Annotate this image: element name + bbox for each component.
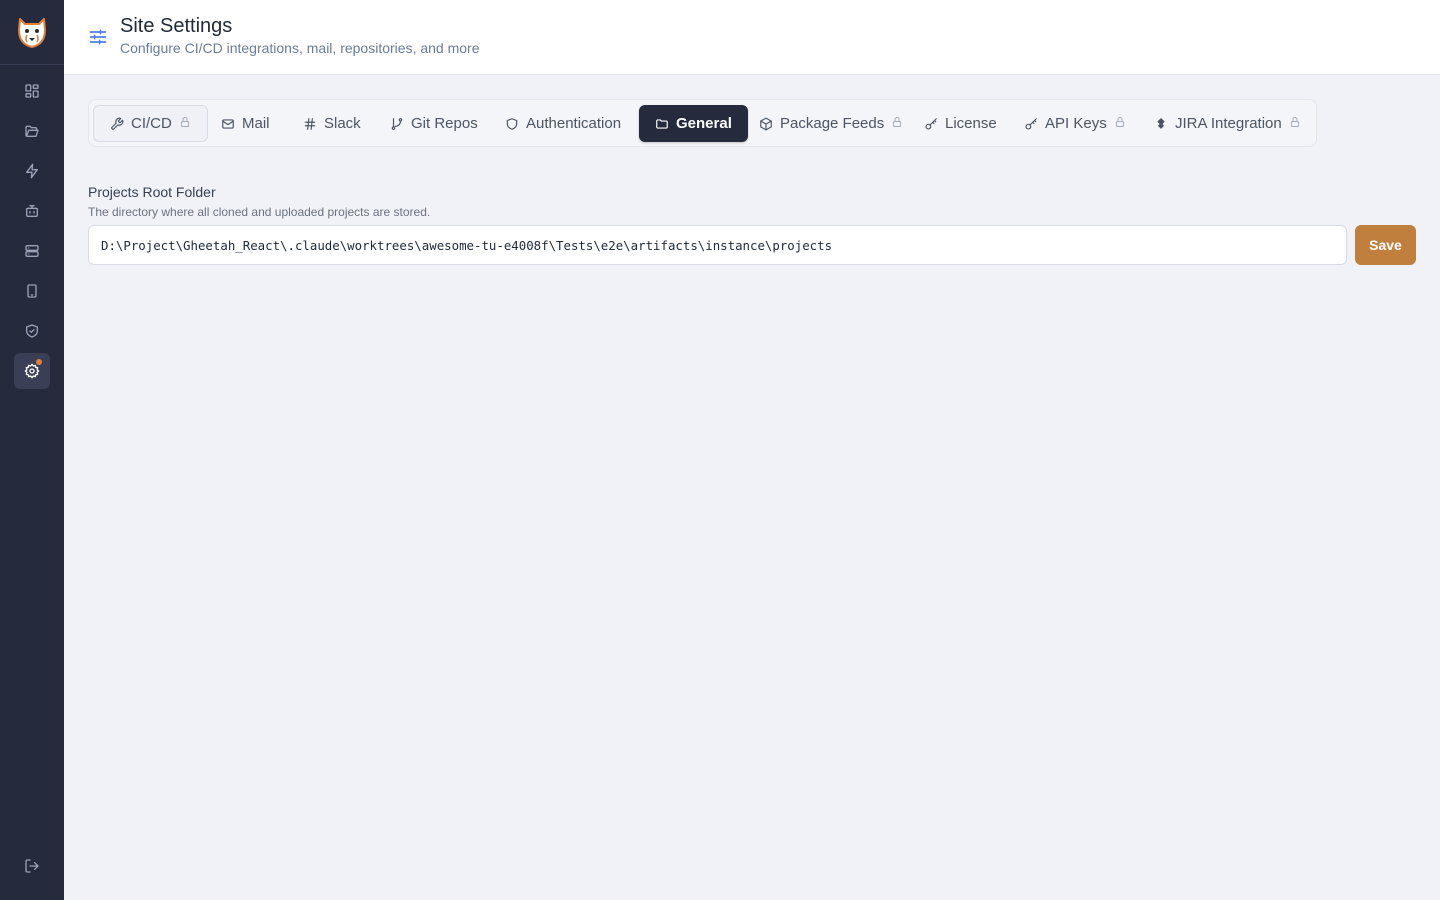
tab-mail[interactable]: Mail <box>205 105 286 142</box>
folder-open-icon <box>25 125 39 137</box>
tab-cicd[interactable]: CI/CD <box>93 105 208 142</box>
sidebar <box>0 0 64 900</box>
git-branch-icon <box>391 117 403 130</box>
projects-root-label: Projects Root Folder <box>88 184 216 200</box>
projects-root-input[interactable] <box>88 225 1347 265</box>
notification-dot <box>36 359 42 365</box>
nav-projects[interactable] <box>14 113 50 149</box>
nav-devices[interactable] <box>14 273 50 309</box>
tab-label: Git Repos <box>411 115 478 132</box>
tab-label: Authentication <box>526 115 622 132</box>
dashboard-icon <box>25 84 39 98</box>
logout-icon <box>25 859 39 873</box>
tab-label: Package Feeds <box>780 115 885 132</box>
shield-icon <box>506 117 518 130</box>
settings-tabs: CI/CD Mail Slack Git Repos Authenticatio… <box>88 99 1317 147</box>
page-title: Site Settings <box>120 15 233 37</box>
save-button[interactable]: Save <box>1355 225 1416 265</box>
lock-icon <box>891 115 903 132</box>
tab-license[interactable]: License <box>908 105 1013 142</box>
tab-jira-integration[interactable]: JIRA Integration <box>1138 105 1317 142</box>
logout-button[interactable] <box>14 848 50 884</box>
hash-icon <box>304 117 316 130</box>
tab-general[interactable]: General <box>639 105 748 142</box>
nav-agents[interactable] <box>14 193 50 229</box>
lock-icon <box>179 115 191 132</box>
nav-runs[interactable] <box>14 153 50 189</box>
tab-label: CI/CD <box>131 115 172 132</box>
tab-authentication[interactable]: Authentication <box>489 105 637 142</box>
gear-icon <box>24 363 40 379</box>
tab-label: General <box>676 115 732 132</box>
wrench-icon <box>111 117 124 130</box>
nav-dashboard[interactable] <box>14 73 50 109</box>
tab-label: JIRA Integration <box>1175 115 1282 132</box>
folder-icon <box>656 118 668 129</box>
key-icon <box>1025 117 1037 130</box>
tab-git-repos[interactable]: Git Repos <box>374 105 494 142</box>
tab-slack[interactable]: Slack <box>287 105 377 142</box>
page-subtitle: Configure CI/CD integrations, mail, repo… <box>120 40 480 56</box>
package-icon <box>760 117 772 130</box>
tab-package-feeds[interactable]: Package Feeds <box>743 105 919 142</box>
page-header: Site Settings Configure CI/CD integratio… <box>64 0 1440 75</box>
tab-api-keys[interactable]: API Keys <box>1008 105 1142 142</box>
nav-settings[interactable] <box>14 353 50 389</box>
projects-root-help: The directory where all cloned and uploa… <box>88 205 431 219</box>
tab-label: Slack <box>324 115 361 132</box>
sliders-icon <box>88 27 108 47</box>
lock-icon <box>1289 115 1301 132</box>
bot-icon <box>26 205 38 217</box>
shield-check-icon <box>26 324 38 338</box>
tablet-icon <box>27 284 37 298</box>
nav-security[interactable] <box>14 313 50 349</box>
mail-icon <box>222 118 234 129</box>
logo-divider <box>0 64 64 65</box>
tab-label: License <box>945 115 997 132</box>
server-icon <box>25 245 39 257</box>
tab-label: Mail <box>242 115 270 132</box>
key-icon <box>925 117 937 130</box>
nav-servers[interactable] <box>14 233 50 269</box>
lock-icon <box>1114 115 1126 132</box>
lightning-icon <box>26 163 38 179</box>
jira-icon <box>1157 117 1165 129</box>
cheetah-logo[interactable] <box>14 14 50 50</box>
tab-label: API Keys <box>1045 115 1107 132</box>
